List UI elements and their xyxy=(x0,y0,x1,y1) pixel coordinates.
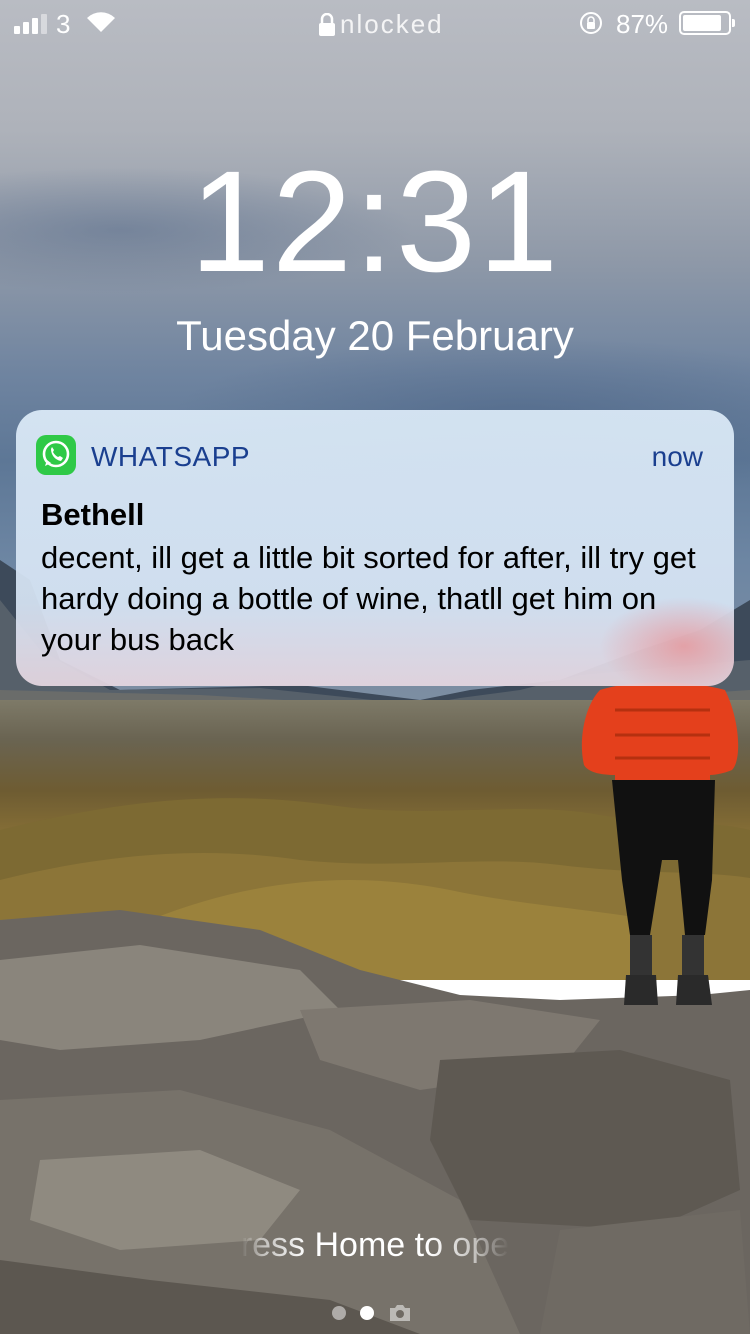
battery-percentage: 87% xyxy=(616,9,669,39)
whatsapp-icon xyxy=(36,435,76,475)
whatsapp-notification[interactable]: WHATSAPP now Bethell decent, ill get a l… xyxy=(16,410,734,686)
page-dot-active xyxy=(360,1306,374,1320)
page-indicator xyxy=(332,1304,412,1322)
padlock-icon xyxy=(319,12,335,36)
hiker-figure xyxy=(581,682,739,1005)
battery-fill xyxy=(683,15,722,31)
battery-icon xyxy=(679,11,735,35)
page-dot xyxy=(332,1306,346,1320)
notification-message: decent, ill get a little bit sorted for … xyxy=(41,540,696,657)
status-bar: 3 nlocked 87% xyxy=(0,0,750,48)
signal-strength-icon xyxy=(14,14,47,34)
notification-time: now xyxy=(651,441,703,472)
rotation-lock-icon xyxy=(580,12,602,34)
lock-screen-date: Tuesday 20 February xyxy=(176,312,574,359)
notification-sender: Bethell xyxy=(41,497,145,532)
lock-status: nlocked xyxy=(318,9,444,40)
lock-screen-time: 12:31 xyxy=(189,141,561,302)
wifi-icon xyxy=(87,12,115,32)
camera-icon xyxy=(390,1305,410,1321)
notification-app-name: WHATSAPP xyxy=(91,441,251,472)
lock-status-text: nlocked xyxy=(340,9,444,39)
carrier-name: 3 xyxy=(56,9,71,39)
press-home-hint: ress Home to ope xyxy=(240,1226,510,1264)
